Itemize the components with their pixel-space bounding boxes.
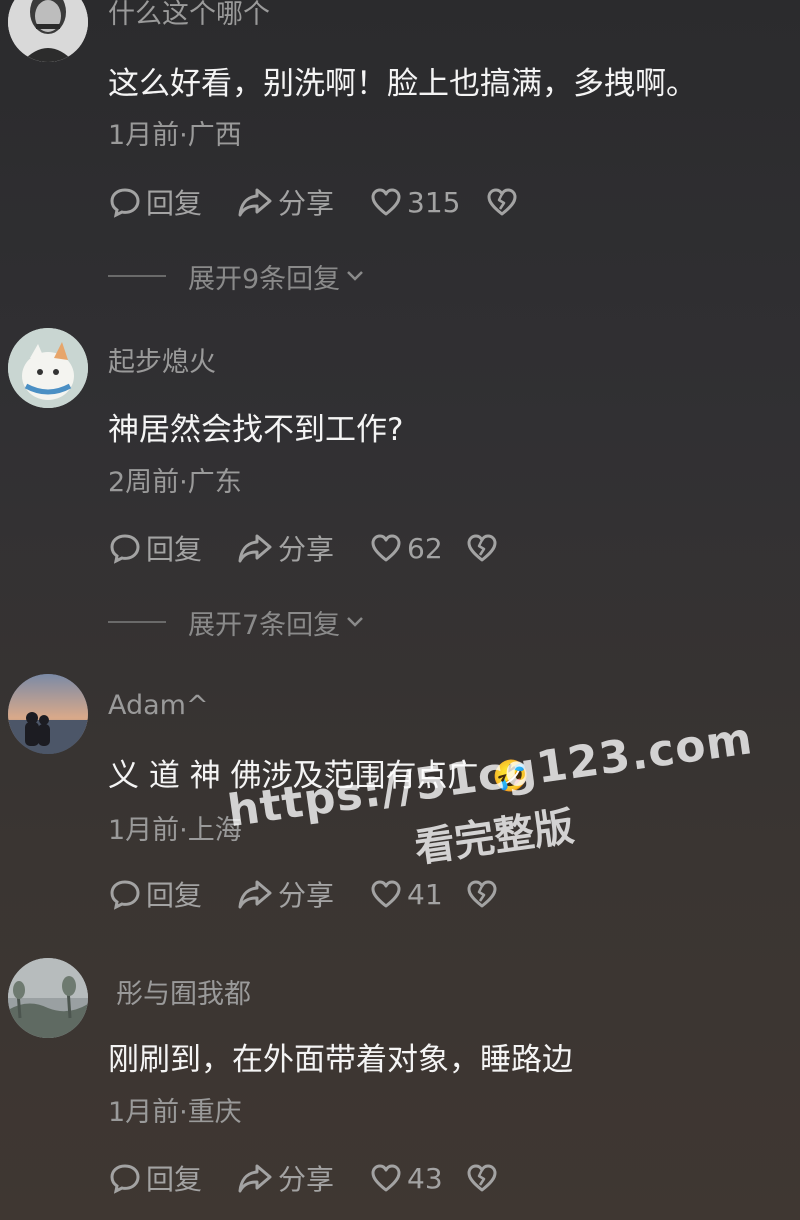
avatar[interactable] xyxy=(8,958,88,1038)
share-arrow-icon xyxy=(238,880,272,909)
like-button[interactable]: 43 xyxy=(369,1161,453,1195)
cartoon-cat-avatar-icon xyxy=(8,328,88,408)
share-button[interactable]: 分享 xyxy=(236,182,369,222)
portrait-avatar-icon xyxy=(8,0,88,62)
avatar[interactable] xyxy=(8,674,88,754)
like-count: 62 xyxy=(407,531,443,565)
broken-heart-icon xyxy=(467,1164,497,1192)
share-arrow-icon xyxy=(238,1164,272,1193)
dislike-button[interactable] xyxy=(465,531,499,565)
dislike-button[interactable] xyxy=(465,877,499,911)
reply-label: 回复 xyxy=(146,533,203,566)
broken-heart-icon xyxy=(487,188,517,216)
reply-button[interactable]: 回复 xyxy=(108,1158,236,1198)
reply-button[interactable]: 回复 xyxy=(108,874,236,914)
comment-username[interactable]: 起步熄火 xyxy=(108,340,216,379)
reply-label: 回复 xyxy=(146,879,203,912)
reply-label: 回复 xyxy=(146,1163,203,1196)
share-button[interactable]: 分享 xyxy=(236,874,369,914)
like-button[interactable]: 41 xyxy=(369,877,453,911)
expand-replies-label: 展开9条回复 xyxy=(188,263,341,295)
heart-icon xyxy=(371,1164,401,1192)
like-count: 41 xyxy=(407,877,443,911)
divider-line xyxy=(108,275,166,277)
share-label: 分享 xyxy=(278,187,335,220)
heart-icon xyxy=(371,534,401,562)
share-button[interactable]: 分享 xyxy=(236,528,369,568)
broken-heart-icon xyxy=(467,880,497,908)
like-count: 43 xyxy=(407,1161,443,1195)
expand-replies-button[interactable]: 展开9条回复 xyxy=(108,258,364,295)
speech-bubble-icon xyxy=(110,880,140,910)
comment-actions: 回复 分享 41 xyxy=(108,874,499,914)
speech-bubble-icon xyxy=(110,534,140,564)
share-arrow-icon xyxy=(238,534,272,563)
comment-text: 这么好看，别洗啊！脸上也搞满，多拽啊。 xyxy=(108,66,697,102)
comment-text: 神居然会找不到工作? xyxy=(108,412,404,448)
comment-text: 刚刷到，在外面带着对象，睡路边 xyxy=(108,1042,573,1078)
expand-replies-button[interactable]: 展开7条回复 xyxy=(108,604,364,641)
comment-username[interactable]: 什么这个哪个 xyxy=(108,0,270,31)
heart-icon xyxy=(371,880,401,908)
share-label: 分享 xyxy=(278,879,335,912)
chevron-down-icon xyxy=(347,617,364,627)
comment-actions: 回复 分享 315 xyxy=(108,182,519,222)
speech-bubble-icon xyxy=(110,1164,140,1194)
comment-meta: 1月前·重庆 xyxy=(108,1097,242,1128)
sunset-couple-avatar-icon xyxy=(8,674,88,754)
expand-replies-label: 展开7条回复 xyxy=(188,609,341,641)
share-label: 分享 xyxy=(278,1163,335,1196)
comment-text-content: 义 道 神 佛涉及范围有点广 xyxy=(108,758,479,794)
comment-meta: 2周前·广东 xyxy=(108,467,242,498)
watermark: https://51cg123.com 看完整版 xyxy=(225,713,756,898)
comment-username[interactable]: Adam^ xyxy=(108,690,209,721)
foggy-landscape-avatar-icon xyxy=(8,958,88,1038)
share-label: 分享 xyxy=(278,533,335,566)
heart-icon xyxy=(371,188,401,216)
chevron-down-icon xyxy=(347,271,364,281)
broken-heart-icon xyxy=(467,534,497,562)
avatar[interactable] xyxy=(8,328,88,408)
reply-button[interactable]: 回复 xyxy=(108,182,236,222)
comment-actions: 回复 分享 62 xyxy=(108,528,499,568)
comment-username[interactable]: 彤与囿我都 xyxy=(116,972,251,1011)
comment-actions: 回复 分享 43 xyxy=(108,1158,499,1198)
like-button[interactable]: 315 xyxy=(369,185,485,219)
laughing-emoji-icon: 🤣 xyxy=(492,759,530,794)
like-button[interactable]: 62 xyxy=(369,531,453,565)
comment-meta: 1月前·广西 xyxy=(108,120,242,151)
reply-label: 回复 xyxy=(146,187,203,220)
speech-bubble-icon xyxy=(110,188,140,218)
share-arrow-icon xyxy=(238,188,272,217)
comment-meta: 1月前·上海 xyxy=(108,815,242,846)
dislike-button[interactable] xyxy=(485,185,519,219)
divider-line xyxy=(108,621,166,623)
comment-text: 义 道 神 佛涉及范围有点广 🤣 xyxy=(108,750,530,795)
dislike-button[interactable] xyxy=(465,1161,499,1195)
share-button[interactable]: 分享 xyxy=(236,1158,369,1198)
reply-button[interactable]: 回复 xyxy=(108,528,236,568)
avatar[interactable] xyxy=(8,0,88,62)
like-count: 315 xyxy=(407,185,461,219)
